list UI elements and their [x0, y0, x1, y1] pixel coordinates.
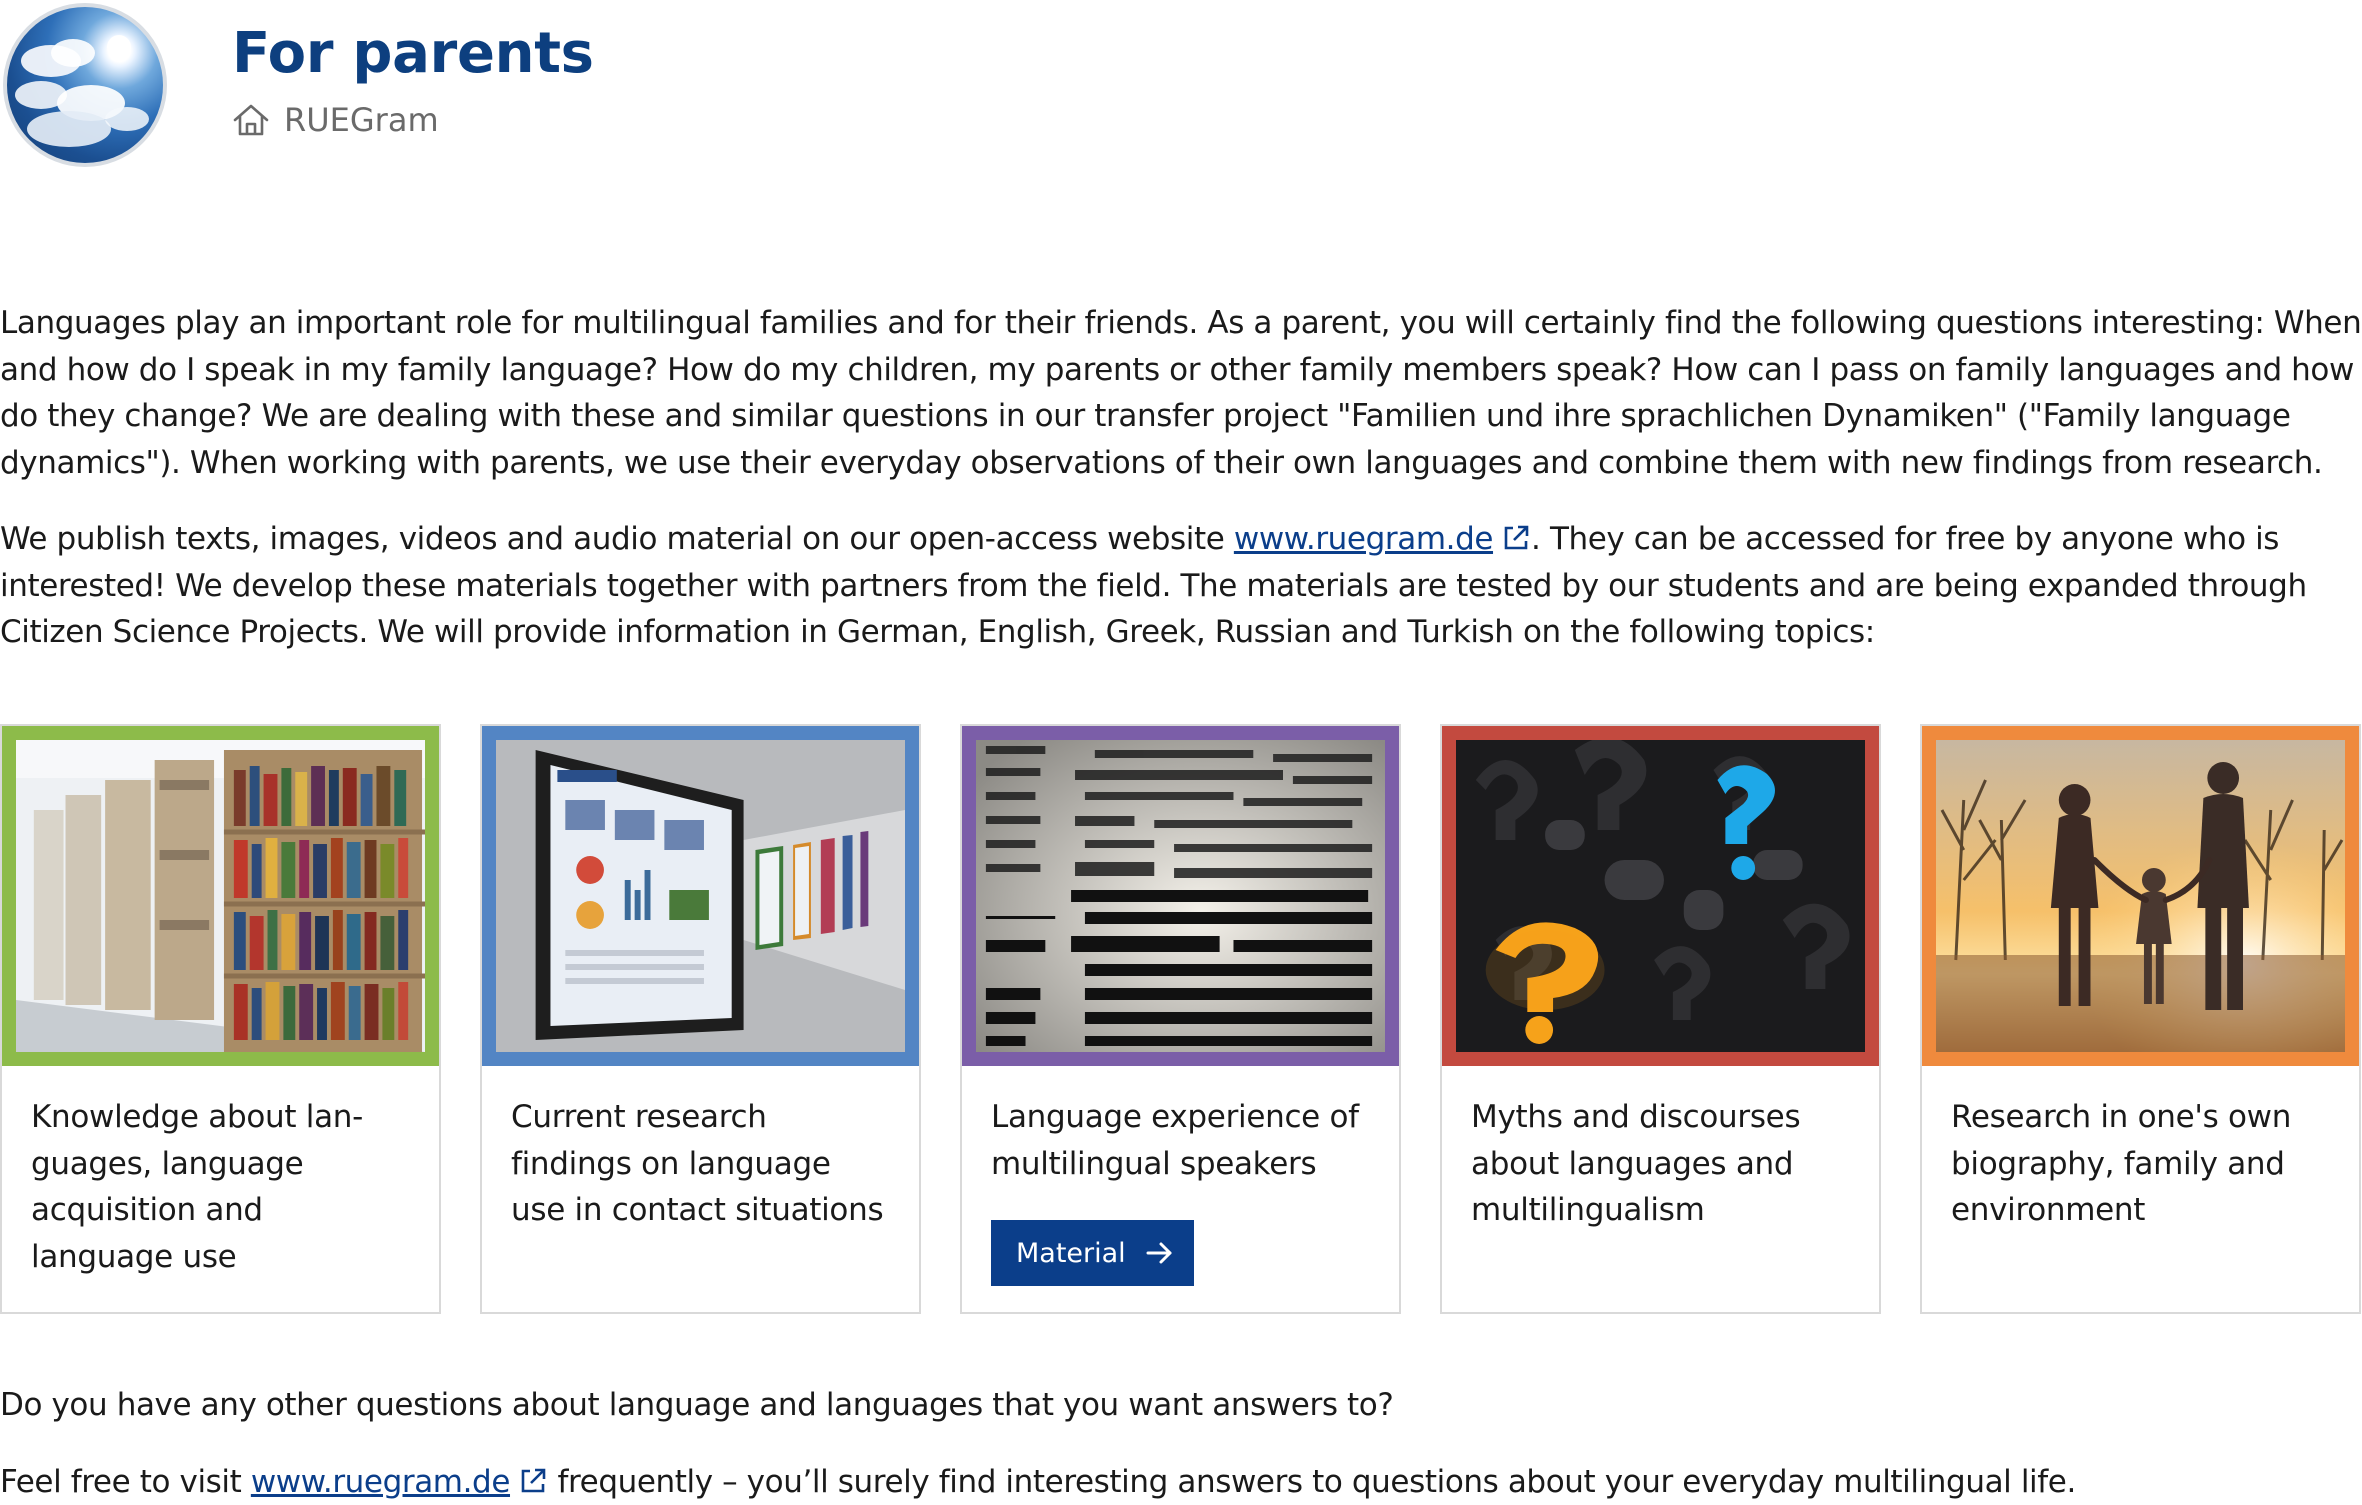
breadcrumb-home-label[interactable]: RUEGram [284, 104, 439, 136]
family-walking-image [1922, 726, 2359, 1066]
page-title: For parents [232, 20, 594, 87]
topic-card-label: Myths and discourses about languages and… [1442, 1066, 1879, 1234]
sky-clouds-image [7, 7, 163, 163]
avatar [3, 3, 167, 167]
dictionary-page-image [962, 726, 1399, 1066]
question-marks-image [1442, 726, 1879, 1066]
topic-card-research-findings[interactable]: Current research findings on language us… [480, 724, 921, 1314]
topic-card-knowledge[interactable]: Knowledge about lan­guages, language acq… [0, 724, 441, 1314]
external-link-icon[interactable] [1501, 523, 1531, 553]
breadcrumb[interactable]: RUEGram [232, 103, 439, 137]
topic-cards: Knowledge about lan­guages, language acq… [0, 724, 2362, 1314]
intro-paragraph-website: We publish texts, images, videos and aud… [0, 516, 2362, 656]
topic-card-language-experience[interactable]: Language experience of multilingual spea… [960, 724, 1401, 1314]
library-bookshelves-illustration [16, 740, 425, 1052]
page-header: For parents RUEGram [0, 0, 2362, 180]
outro-visit-paragraph: Feel free to visit www.ruegram.de freque… [0, 1459, 2362, 1505]
home-icon [232, 103, 270, 137]
external-link-icon[interactable] [518, 1466, 548, 1496]
intro-paragraph: Languages play an important role for mul… [0, 300, 2362, 486]
material-button-label: Material [1016, 1238, 1126, 1269]
poster-hallway-image [482, 726, 919, 1066]
topic-card-biography[interactable]: Research in one's own bi­ography, family… [1920, 724, 2361, 1314]
family-walking-illustration [1936, 740, 2345, 1052]
topic-card-label: Knowledge about lan­guages, language acq… [2, 1066, 439, 1280]
arrow-right-icon [1146, 1241, 1174, 1265]
topic-card-label: Research in one's own bi­ography, family… [1922, 1066, 2359, 1234]
dictionary-page-illustration [976, 740, 1385, 1052]
library-bookshelves-image [2, 726, 439, 1066]
topic-card-myths[interactable]: Myths and discourses about languages and… [1440, 724, 1881, 1314]
outro-text-segment: frequently – you’ll surely find interest… [548, 1464, 2076, 1500]
topic-card-label: Language experience of multilingual spea… [962, 1066, 1399, 1187]
outro-text: Do you have any other questions about la… [0, 1382, 2362, 1505]
topic-card-label: Current research findings on language us… [482, 1066, 919, 1234]
question-marks-illustration [1456, 740, 1865, 1052]
intro-text: Languages play an important role for mul… [0, 300, 2362, 656]
poster-hallway-illustration [496, 740, 905, 1052]
outro-text-segment: Feel free to visit [0, 1464, 251, 1500]
ruegram-website-link[interactable]: www.ruegram.de [1234, 521, 1493, 557]
intro-text-segment: We publish texts, images, videos and aud… [0, 521, 1234, 557]
ruegram-website-link-footer[interactable]: www.ruegram.de [251, 1464, 510, 1500]
material-button[interactable]: Material [991, 1220, 1194, 1286]
outro-question: Do you have any other questions about la… [0, 1382, 2362, 1429]
